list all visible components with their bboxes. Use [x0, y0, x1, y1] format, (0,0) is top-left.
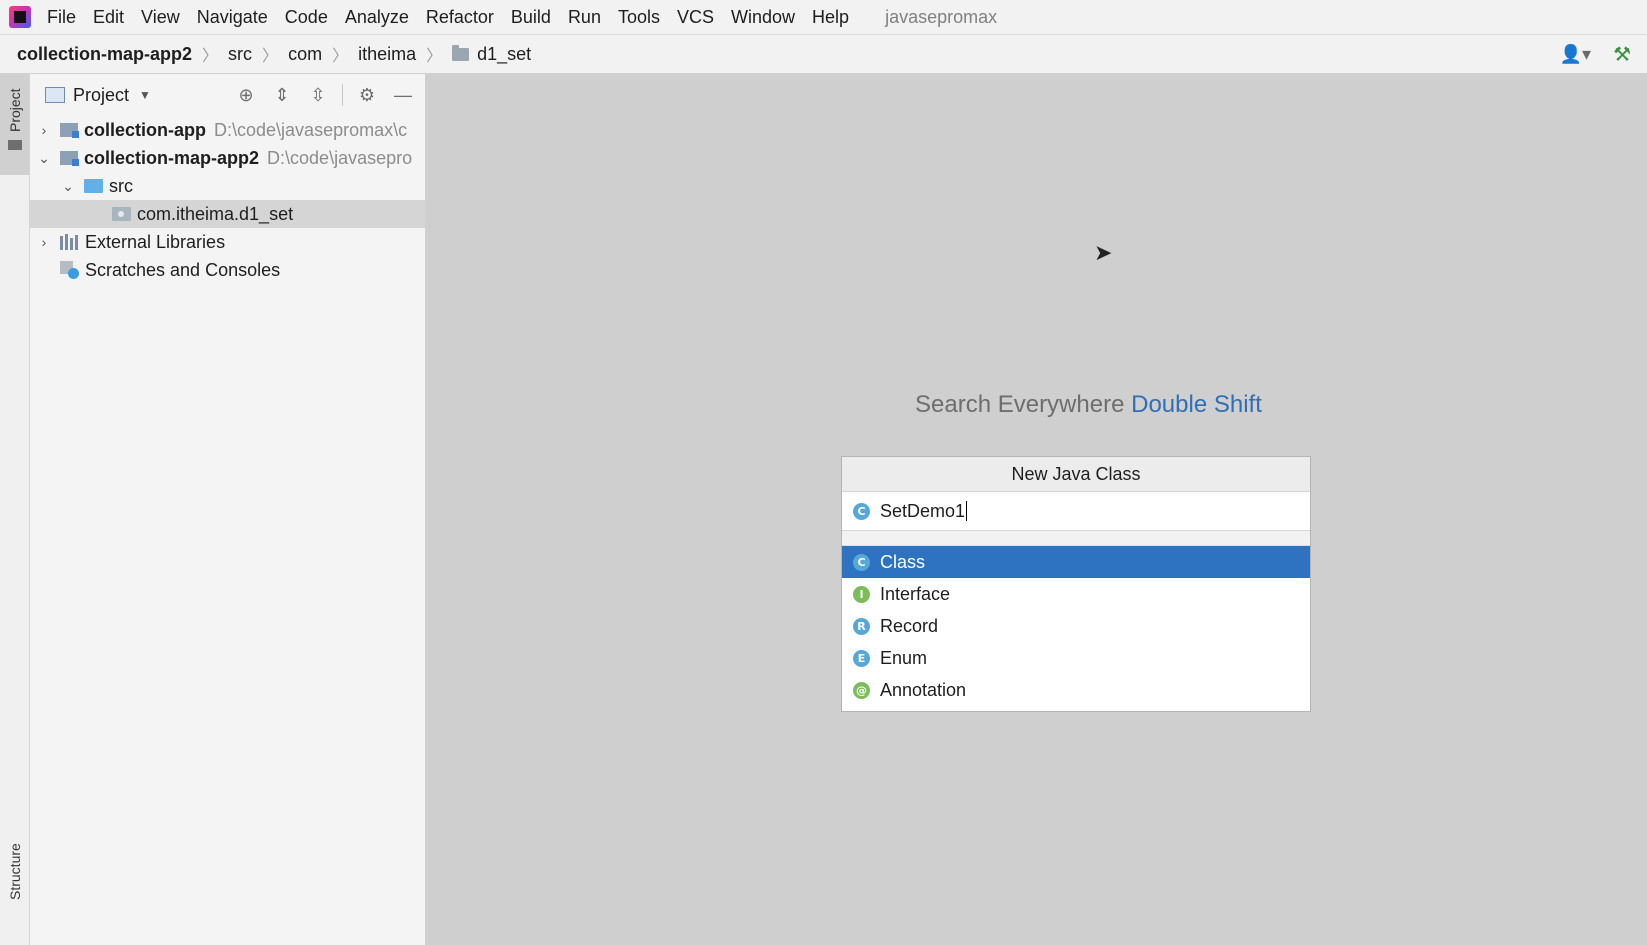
- scratches-icon: [60, 261, 79, 279]
- tree-item-label: collection-map-app2: [84, 147, 260, 168]
- menu-window[interactable]: Window: [731, 7, 795, 28]
- breadcrumb-itheima[interactable]: itheima: [358, 44, 416, 65]
- tree-item-collection-map-app2[interactable]: ⌄ collection-map-app2 D:\code\javasepro: [30, 144, 425, 172]
- menu-navigate[interactable]: Navigate: [197, 7, 268, 28]
- hint-shortcut: Double Shift: [1131, 391, 1262, 418]
- tree-item-label: External Libraries: [85, 231, 226, 252]
- text-caret: [966, 501, 968, 521]
- record-icon: R: [853, 617, 870, 635]
- tree-item-external-libraries[interactable]: › External Libraries: [30, 228, 425, 256]
- hide-panel-icon[interactable]: —: [391, 85, 415, 106]
- tree-item-label: src: [109, 175, 133, 196]
- breadcrumb-separator-icon: 〉: [332, 48, 349, 65]
- project-panel: Project ▼ ⊕ ⇕ ⇳ ⚙ — › collection-app D:\…: [30, 74, 426, 945]
- menu-file[interactable]: File: [47, 7, 76, 28]
- folder-icon: [8, 140, 22, 150]
- breadcrumb-separator-icon: 〉: [426, 48, 443, 65]
- kind-option-class[interactable]: C Class: [842, 546, 1310, 578]
- breadcrumb-com[interactable]: com: [288, 44, 322, 65]
- toolbar-divider: [342, 84, 343, 106]
- breadcrumb-src[interactable]: src: [228, 44, 252, 65]
- tree-item-collection-app[interactable]: › collection-app D:\code\javasepromax\c: [30, 116, 425, 144]
- project-view-icon: [45, 87, 65, 103]
- package-folder-icon: [452, 44, 470, 61]
- kind-label: Record: [880, 615, 939, 636]
- project-panel-tools: ⊕ ⇕ ⇳ ⚙ —: [222, 74, 415, 116]
- menu-code[interactable]: Code: [285, 7, 328, 28]
- gear-icon[interactable]: ⚙: [355, 85, 379, 106]
- dropdown-arrow-icon[interactable]: ▼: [139, 88, 151, 102]
- structure-tool-tab[interactable]: Structure: [7, 843, 23, 900]
- project-tool-tab[interactable]: Project: [0, 74, 29, 175]
- tree-item-label: com.itheima.d1_set: [137, 203, 294, 224]
- menu-vcs[interactable]: VCS: [677, 7, 714, 28]
- menu-analyze[interactable]: Analyze: [345, 7, 409, 28]
- menu-edit[interactable]: Edit: [93, 7, 124, 28]
- breadcrumb-project[interactable]: collection-map-app2: [17, 44, 192, 65]
- chevron-down-icon[interactable]: ⌄: [36, 150, 52, 167]
- toolbar-right: 👤▾ ⚒: [1560, 35, 1647, 73]
- build-hammer-icon[interactable]: ⚒: [1613, 42, 1631, 67]
- navigation-bar: collection-map-app2 〉 src 〉 com 〉 itheim…: [0, 35, 1647, 74]
- menu-run[interactable]: Run: [568, 7, 601, 28]
- class-name-input[interactable]: C SetDemo1: [842, 492, 1310, 531]
- kind-label: Interface: [880, 583, 951, 604]
- class-icon: C: [853, 502, 870, 520]
- menu-view[interactable]: View: [141, 7, 180, 28]
- breadcrumb-d1-set-label: d1_set: [477, 43, 532, 64]
- libraries-icon: [60, 234, 79, 250]
- module-icon: [60, 123, 79, 138]
- annotation-icon: @: [853, 681, 870, 699]
- tree-item-src[interactable]: ⌄ src: [30, 172, 425, 200]
- kind-option-interface[interactable]: I Interface: [842, 578, 1310, 610]
- new-java-class-dialog: New Java Class C SetDemo1 C Class I Inte…: [841, 456, 1311, 712]
- project-title: javasepromax: [885, 6, 998, 27]
- kind-label: Annotation: [880, 679, 967, 700]
- class-icon: C: [853, 553, 870, 571]
- kind-label: Enum: [880, 647, 928, 668]
- chevron-right-icon[interactable]: ›: [36, 122, 52, 138]
- user-account-icon[interactable]: 👤▾: [1560, 44, 1591, 65]
- chevron-right-icon[interactable]: ›: [36, 234, 52, 250]
- project-tool-tab-label: Project: [7, 88, 23, 132]
- kind-option-record[interactable]: R Record: [842, 610, 1310, 642]
- tree-item-path: D:\code\javasepromax\c: [214, 119, 408, 140]
- menu-bar: File Edit View Navigate Code Analyze Ref…: [0, 0, 1647, 35]
- project-panel-header: Project ▼ ⊕ ⇕ ⇳ ⚙ —: [30, 74, 425, 116]
- dialog-title: New Java Class: [842, 457, 1310, 492]
- tree-item-path: D:\code\javasepro: [267, 147, 413, 168]
- class-name-value[interactable]: SetDemo1: [880, 501, 965, 522]
- kind-label: Class: [880, 551, 926, 572]
- breadcrumb-separator-icon: 〉: [202, 48, 219, 65]
- source-folder-icon: [84, 179, 103, 193]
- menu-help[interactable]: Help: [812, 7, 849, 28]
- menu-tools[interactable]: Tools: [618, 7, 660, 28]
- hint-text: Search Everywhere: [915, 391, 1125, 418]
- kind-option-enum[interactable]: E Enum: [842, 642, 1310, 674]
- enum-icon: E: [853, 649, 870, 667]
- intellij-logo-icon: [9, 6, 31, 28]
- expand-all-icon[interactable]: ⇕: [270, 85, 294, 106]
- kind-option-annotation[interactable]: @ Annotation: [842, 674, 1310, 706]
- search-everywhere-hint: Search Everywhere Double Shift: [915, 391, 1515, 419]
- interface-icon: I: [853, 585, 870, 603]
- breadcrumb-d1-set[interactable]: d1_set: [452, 44, 531, 65]
- module-icon: [60, 151, 79, 166]
- tree-item-label: Scratches and Consoles: [85, 259, 281, 280]
- chevron-down-icon[interactable]: ⌄: [60, 178, 76, 195]
- menu-build[interactable]: Build: [511, 7, 551, 28]
- collapse-all-icon[interactable]: ⇳: [306, 85, 330, 106]
- tree-item-label: collection-app: [84, 119, 207, 140]
- breadcrumb-separator-icon: 〉: [262, 48, 279, 65]
- left-tool-stripe: Project Structure: [0, 74, 30, 945]
- package-icon: [112, 207, 131, 221]
- menu-refactor[interactable]: Refactor: [426, 7, 494, 28]
- mouse-cursor-icon: ➤: [1094, 240, 1113, 265]
- tree-item-package[interactable]: com.itheima.d1_set: [30, 200, 425, 228]
- locate-file-icon[interactable]: ⊕: [234, 85, 258, 106]
- project-view-selector[interactable]: Project: [73, 85, 129, 106]
- dialog-divider: [842, 531, 1310, 546]
- tree-item-scratches[interactable]: Scratches and Consoles: [30, 256, 425, 284]
